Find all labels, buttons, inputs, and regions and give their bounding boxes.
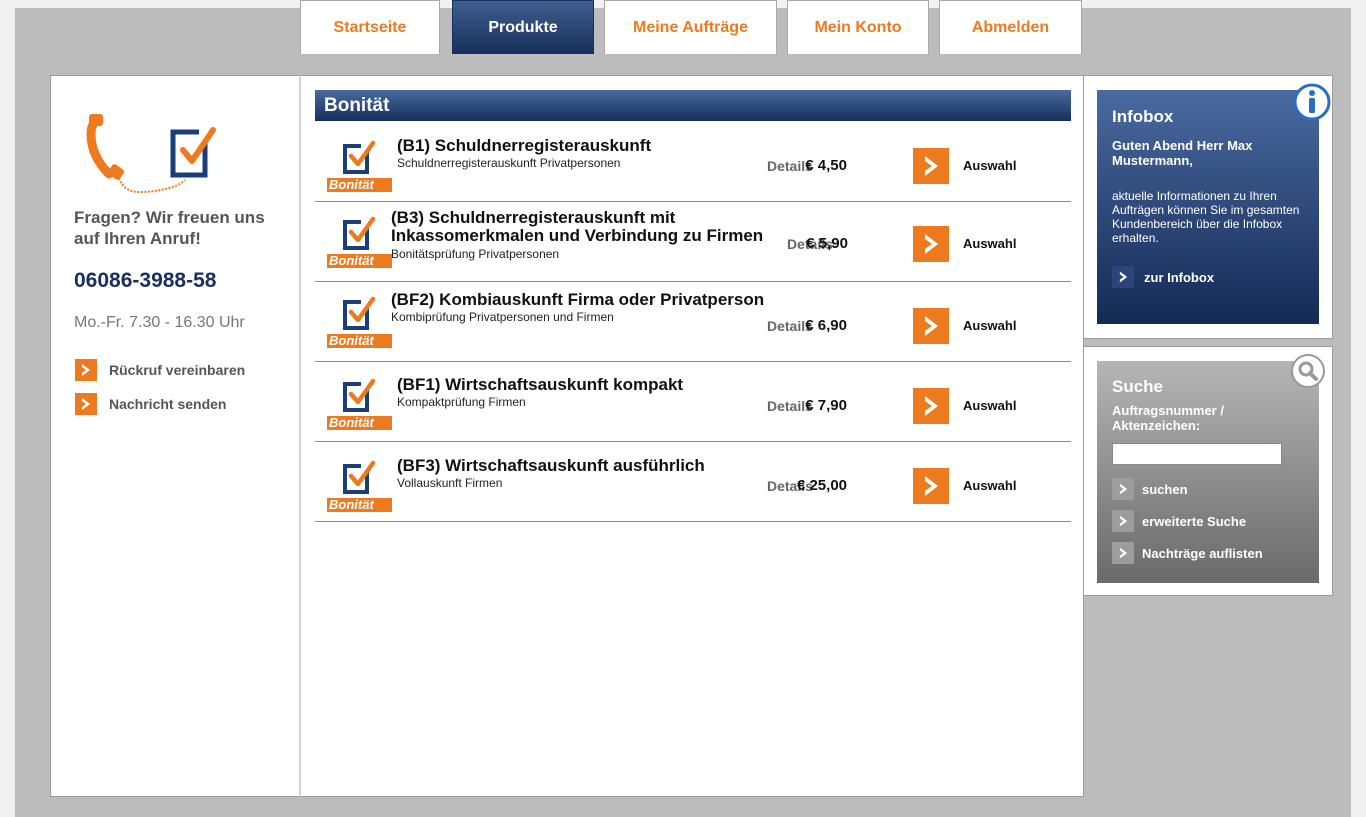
tab-label: Abmelden	[971, 18, 1050, 36]
product-panel: Bonität Bonität (B1) Schuldnerregisterau…	[299, 75, 1084, 797]
product-check-icon: Bonität	[327, 136, 397, 192]
product-price: € 25,00	[796, 477, 847, 494]
infobox-link[interactable]: zur Infobox	[1112, 266, 1304, 288]
infobox-greeting: Guten Abend Herr Max Mustermann,	[1112, 138, 1253, 168]
tab-produkte[interactable]: Produkte	[452, 0, 594, 54]
search-title: Suche	[1112, 377, 1164, 396]
infobox-title: Infobox	[1112, 107, 1174, 126]
product-select-link[interactable]: Auswahl	[963, 236, 1016, 251]
chevron-right-icon	[925, 476, 938, 496]
chevron-right-icon	[75, 359, 97, 381]
product-select-link[interactable]: Auswahl	[963, 158, 1016, 173]
contact-hours: Mo.-Fr. 7.30 - 16.30 Uhr	[74, 314, 245, 331]
chevron-right-icon	[1112, 266, 1134, 288]
contact-phone: 06086-3988-58	[74, 269, 217, 292]
product-row: Bonität (BF1) Wirtschaftsauskunft kompak…	[315, 362, 1071, 442]
list-supplements-link[interactable]: Nachträge auflisten	[1112, 542, 1304, 564]
section-title: Bonität	[315, 90, 1071, 121]
product-row: Bonität (B1) Schuldnerregisterauskunft S…	[315, 122, 1071, 202]
magnifier-icon	[1291, 354, 1325, 388]
select-arrow-button[interactable]	[913, 388, 949, 424]
search-input[interactable]	[1112, 443, 1282, 465]
product-price: € 6,90	[805, 317, 847, 334]
product-select-link[interactable]: Auswahl	[963, 318, 1016, 333]
product-price: € 7,90	[805, 397, 847, 414]
callback-label: Rückruf vereinbaren	[109, 362, 246, 378]
tab-mein-konto[interactable]: Mein Konto	[787, 0, 929, 54]
product-row: Bonität (BF3) Wirtschaftsauskunft ausfüh…	[315, 442, 1071, 522]
chevron-right-icon	[1112, 542, 1134, 564]
product-subtitle: Schuldnerregisterauskunft Privatpersonen	[397, 156, 621, 170]
list-supplements-label: Nachträge auflisten	[1142, 545, 1263, 561]
searchbox: Suche Auftragsnummer / Aktenzeichen: suc…	[1097, 361, 1319, 583]
select-arrow-button[interactable]	[913, 226, 949, 262]
chevron-right-icon	[1112, 510, 1134, 532]
tab-startseite[interactable]: Startseite	[300, 0, 440, 54]
search-button-label: suchen	[1142, 481, 1188, 497]
product-check-icon: Bonität	[327, 212, 397, 268]
product-price: € 4,50	[805, 157, 847, 174]
product-badge: Bonität	[327, 254, 392, 268]
product-title: (B3) Schuldnerregisterauskunft mit Inkas…	[391, 208, 764, 245]
product-badge: Bonität	[327, 178, 392, 192]
product-title: (B1) Schuldnerregisterauskunft	[397, 136, 652, 155]
advanced-search-label: erweiterte Suche	[1142, 513, 1247, 529]
product-badge: Bonität	[327, 334, 392, 348]
message-link[interactable]: Nachricht senden	[75, 393, 226, 415]
message-label: Nachricht senden	[109, 396, 227, 412]
product-price: € 5,90	[806, 235, 848, 252]
product-row: Bonität (B3) Schuldnerregisterauskunft m…	[315, 202, 1071, 282]
product-select-link[interactable]: Auswahl	[963, 478, 1016, 493]
product-subtitle: Vollauskunft Firmen	[397, 476, 503, 490]
select-arrow-button[interactable]	[913, 468, 949, 504]
callback-link[interactable]: Rückruf vereinbaren	[75, 359, 245, 381]
product-check-icon: Bonität	[327, 374, 397, 430]
tab-meine-auftraege[interactable]: Meine Aufträge	[604, 0, 777, 54]
search-label: Auftragsnummer / Aktenzeichen:	[1112, 403, 1224, 433]
info-icon	[1293, 83, 1331, 121]
search-button[interactable]: suchen	[1112, 478, 1304, 500]
product-check-icon: Bonität	[327, 292, 397, 348]
chevron-right-icon	[925, 316, 938, 336]
select-arrow-button[interactable]	[913, 148, 949, 184]
product-badge: Bonität	[327, 498, 392, 512]
chevron-right-icon	[75, 393, 97, 415]
contact-question: Fragen? Wir freuen uns auf Ihren Anruf!	[74, 208, 265, 248]
advanced-search-link[interactable]: erweiterte Suche	[1112, 510, 1304, 532]
product-row: Bonität (BF2) Kombiauskunft Firma oder P…	[315, 282, 1071, 362]
product-subtitle: Kombiprüfung Privatpersonen und Firmen	[391, 310, 614, 324]
infobox-text: aktuelle Informationen zu Ihren Aufträge…	[1112, 189, 1300, 245]
product-title: (BF1) Wirtschaftsauskunft kompakt	[397, 375, 684, 394]
product-check-icon: Bonität	[327, 456, 397, 512]
product-title: (BF3) Wirtschaftsauskunft ausführlich	[397, 456, 705, 475]
chevron-right-icon	[1112, 478, 1134, 500]
tab-label: Mein Konto	[814, 18, 902, 36]
product-subtitle: Kompaktprüfung Firmen	[397, 395, 526, 409]
contact-panel: Fragen? Wir freuen uns auf Ihren Anruf! …	[50, 75, 300, 797]
tab-abmelden[interactable]: Abmelden	[939, 0, 1082, 54]
product-title: (BF2) Kombiauskunft Firma oder Privatper…	[391, 290, 765, 309]
tab-label: Produkte	[488, 18, 558, 36]
infobox: Infobox Guten Abend Herr Max Mustermann,…	[1097, 90, 1319, 324]
select-arrow-button[interactable]	[913, 308, 949, 344]
product-badge: Bonität	[327, 416, 392, 430]
product-select-link[interactable]: Auswahl	[963, 398, 1016, 413]
tab-label: Meine Aufträge	[633, 18, 748, 36]
chevron-right-icon	[925, 396, 938, 416]
chevron-right-icon	[925, 234, 938, 254]
tab-label: Startseite	[333, 18, 407, 36]
infobox-link-label: zur Infobox	[1144, 269, 1215, 285]
product-subtitle: Bonitätsprüfung Privatpersonen	[391, 247, 560, 261]
chevron-right-icon	[925, 156, 938, 176]
phone-check-logo-icon	[86, 114, 216, 194]
